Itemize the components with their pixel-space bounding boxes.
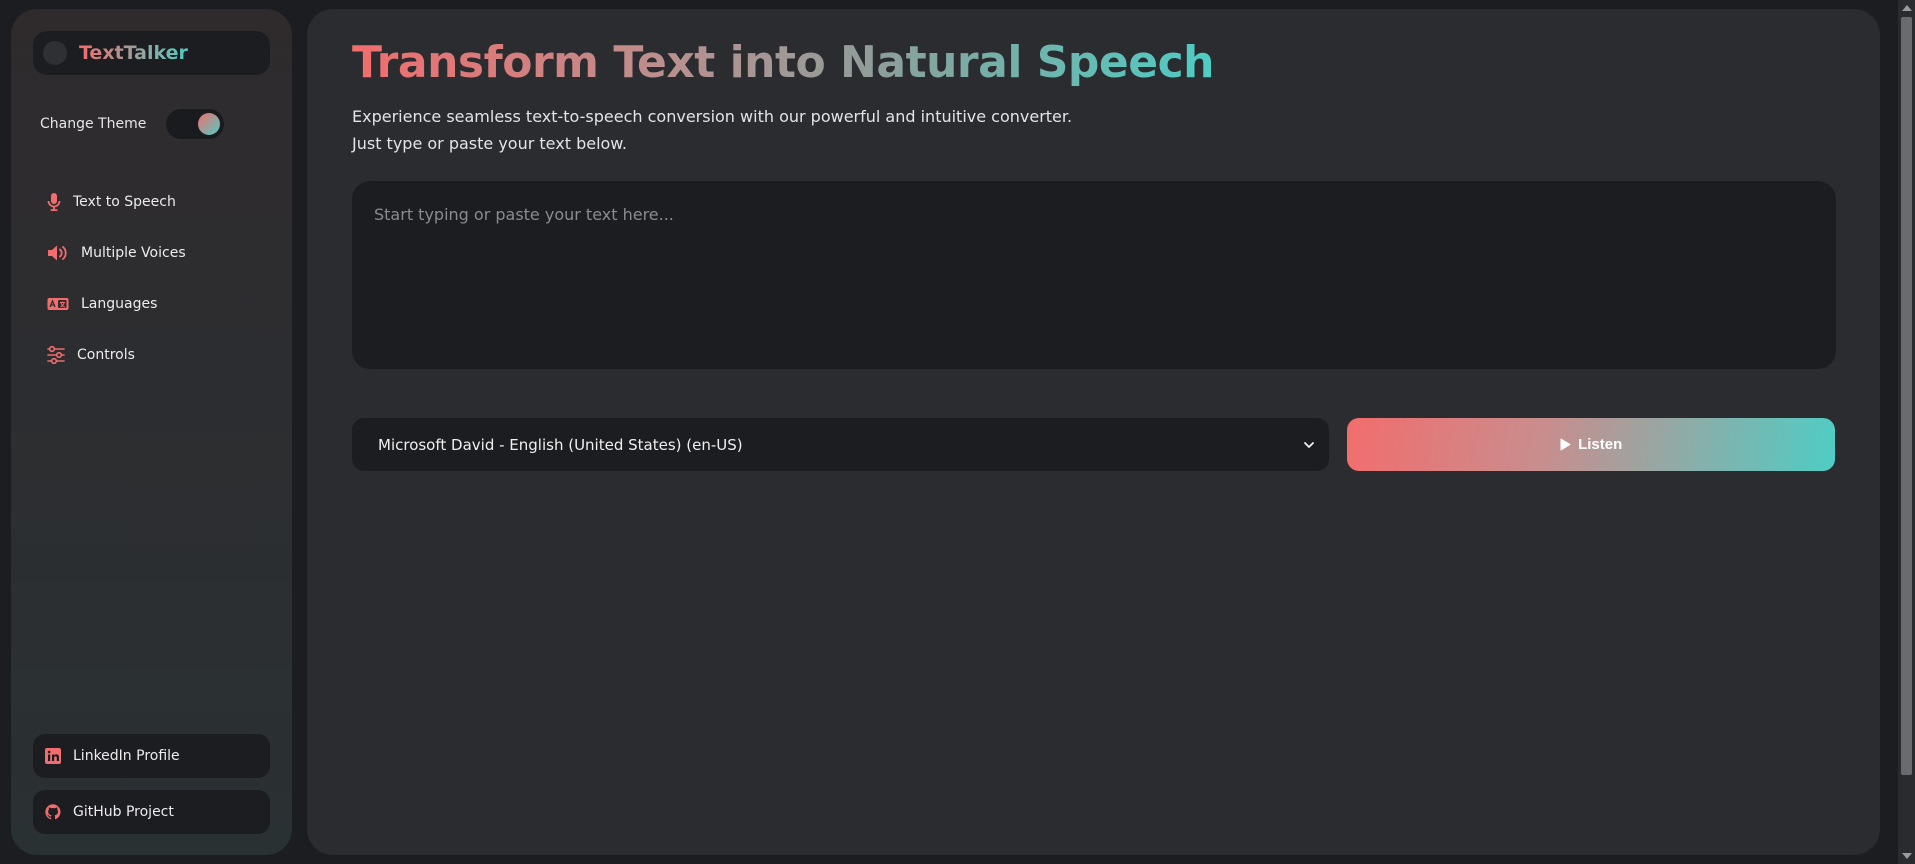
sidebar-nav: Text to Speech Multiple Voices Languages (33, 191, 270, 366)
theme-row: Change Theme (33, 109, 270, 139)
voice-select-value: Microsoft David - English (United States… (378, 435, 743, 454)
theme-toggle[interactable] (166, 109, 225, 139)
app-root: TextTalker Change Theme Text to Speech M… (0, 0, 1915, 864)
sidebar: TextTalker Change Theme Text to Speech M… (11, 9, 292, 855)
page-title: Transform Text into Natural Speech (352, 37, 1215, 91)
language-icon (47, 298, 69, 310)
sidebar-item-text-to-speech[interactable]: Text to Speech (33, 191, 270, 213)
page-subtitle: Experience seamless text-to-speech conve… (352, 103, 1835, 157)
speaker-icon (48, 245, 67, 261)
sidebar-links: LinkedIn Profile GitHub Project (33, 722, 270, 834)
sidebar-item-label: Languages (81, 296, 158, 312)
sliders-icon (47, 346, 65, 364)
scroll-thumb[interactable] (1901, 17, 1912, 775)
github-project-link[interactable]: GitHub Project (33, 790, 270, 834)
linkedin-icon (45, 748, 61, 764)
play-icon (1560, 438, 1571, 451)
controls-row: Microsoft David - English (United States… (352, 418, 1835, 471)
listen-label: Listen (1578, 436, 1623, 453)
voice-select[interactable]: Microsoft David - English (United States… (352, 418, 1330, 471)
chevron-down-icon (1304, 441, 1315, 448)
subtitle-line-2: Just type or paste your text below. (352, 134, 627, 153)
brand[interactable]: TextTalker (33, 31, 270, 75)
sidebar-item-languages[interactable]: Languages (33, 293, 270, 315)
sidebar-item-controls[interactable]: Controls (33, 344, 270, 366)
linkedin-profile-label: LinkedIn Profile (73, 748, 180, 764)
brand-logo (43, 41, 67, 65)
sidebar-item-label: Multiple Voices (81, 245, 186, 261)
scroll-down-icon[interactable] (1902, 853, 1912, 859)
listen-button[interactable]: Listen (1347, 418, 1835, 471)
theme-label: Change Theme (40, 116, 147, 132)
scroll-up-icon[interactable] (1902, 5, 1912, 11)
main-panel: Transform Text into Natural Speech Exper… (307, 9, 1880, 855)
scrollbar[interactable] (1898, 0, 1915, 864)
brand-name: TextTalker (79, 42, 188, 64)
github-project-label: GitHub Project (73, 804, 174, 820)
sidebar-item-label: Text to Speech (73, 194, 176, 210)
sidebar-item-label: Controls (77, 347, 135, 363)
microphone-icon (47, 193, 61, 211)
github-icon (45, 804, 61, 820)
sidebar-item-multiple-voices[interactable]: Multiple Voices (33, 242, 270, 264)
theme-toggle-knob[interactable] (198, 113, 221, 135)
linkedin-profile-link[interactable]: LinkedIn Profile (33, 734, 270, 778)
subtitle-line-1: Experience seamless text-to-speech conve… (352, 107, 1073, 126)
text-input[interactable] (352, 181, 1836, 369)
